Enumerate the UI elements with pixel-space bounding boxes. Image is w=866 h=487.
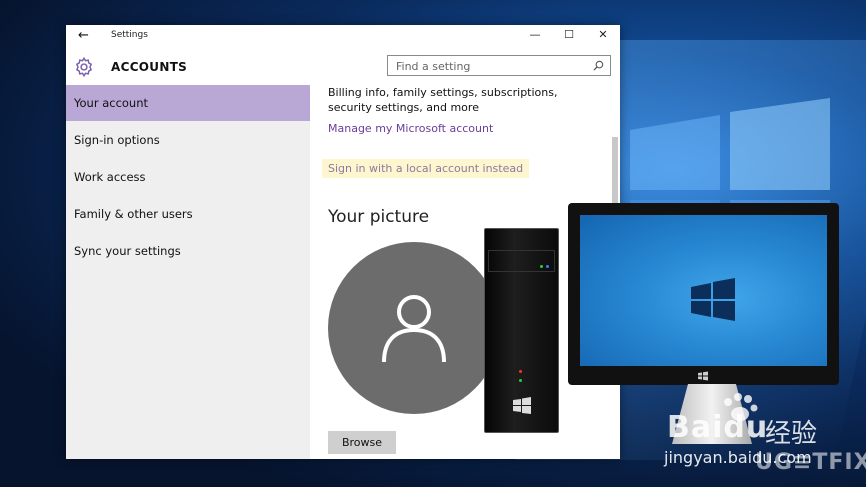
- sidebar-item-family-other-users[interactable]: Family & other users: [66, 196, 310, 232]
- title-bar: ← Settings — ☐ ✕: [66, 25, 620, 47]
- user-icon: [382, 295, 446, 363]
- sidebar-item-label: Sync your settings: [74, 244, 181, 258]
- desktop-tower-image: [484, 228, 559, 433]
- window-title: Settings: [111, 30, 148, 40]
- back-arrow-icon[interactable]: ←: [78, 28, 89, 43]
- minimize-button[interactable]: —: [524, 28, 546, 41]
- monitor-windows-badge-icon: [698, 371, 708, 381]
- sidebar-item-label: Family & other users: [74, 207, 193, 221]
- search-icon[interactable]: [593, 60, 604, 71]
- local-account-link[interactable]: Sign in with a local account instead: [322, 159, 530, 178]
- gear-icon: [75, 56, 93, 78]
- picture-heading: Your picture: [328, 207, 430, 227]
- tower-led-power-icon: [519, 379, 522, 382]
- manage-account-link[interactable]: Manage my Microsoft account: [328, 122, 493, 135]
- header: ACCOUNTS Find a setting: [66, 53, 620, 83]
- sidebar-item-label: Your account: [74, 96, 149, 110]
- maximize-button[interactable]: ☐: [558, 28, 580, 41]
- sidebar-item-label: Sign-in options: [74, 133, 160, 147]
- tower-led-blue-icon: [546, 265, 549, 268]
- sidebar-item-your-account[interactable]: Your account: [66, 85, 310, 121]
- tower-led-red-icon: [519, 370, 522, 373]
- baidu-jingyan-watermark: 经验: [765, 419, 818, 449]
- billing-description: Billing info, family settings, subscript…: [328, 86, 558, 114]
- monitor-image: [568, 203, 839, 385]
- avatar: [328, 242, 500, 414]
- monitor-screen: [580, 215, 827, 366]
- browse-button[interactable]: Browse: [328, 431, 396, 454]
- ugetfix-watermark: UG≡TFIX: [755, 450, 866, 475]
- sidebar-item-sign-in-options[interactable]: Sign-in options: [66, 122, 310, 158]
- windows-logo-icon: [691, 278, 735, 321]
- search-placeholder: Find a setting: [396, 60, 471, 73]
- sidebar-item-label: Work access: [74, 170, 146, 184]
- sidebar-item-work-access[interactable]: Work access: [66, 159, 310, 195]
- search-input[interactable]: Find a setting: [387, 55, 611, 76]
- windows-logo-icon: [513, 397, 531, 414]
- tower-led-green-icon: [540, 265, 543, 268]
- tower-drive-bay: [488, 250, 555, 272]
- close-button[interactable]: ✕: [592, 28, 614, 41]
- section-title: ACCOUNTS: [111, 60, 188, 74]
- baidu-watermark: Baidu: [667, 410, 769, 445]
- sidebar: Your account Sign-in options Work access…: [66, 85, 310, 459]
- sidebar-item-sync-settings[interactable]: Sync your settings: [66, 233, 310, 269]
